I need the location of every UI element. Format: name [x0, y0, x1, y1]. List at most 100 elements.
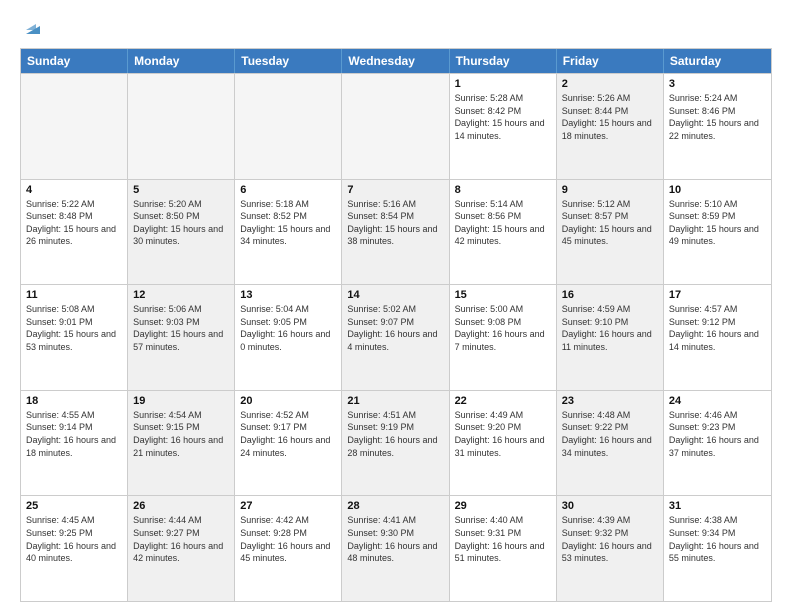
day-number: 21 — [347, 395, 443, 407]
day-number: 23 — [562, 395, 658, 407]
empty-cell-0-0 — [21, 74, 128, 179]
day-info: Sunrise: 5:22 AM Sunset: 8:48 PM Dayligh… — [26, 198, 122, 248]
day-cell-16: 16 Sunrise: 4:59 AM Sunset: 9:10 PM Dayli… — [557, 285, 664, 390]
day-cell-7: 7 Sunrise: 5:16 AM Sunset: 8:54 PM Daylig… — [342, 180, 449, 285]
day-cell-22: 22 Sunrise: 4:49 AM Sunset: 9:20 PM Dayli… — [450, 391, 557, 496]
calendar: SundayMondayTuesdayWednesdayThursdayFrid… — [20, 48, 772, 602]
day-cell-2: 2 Sunrise: 5:26 AM Sunset: 8:44 PM Daylig… — [557, 74, 664, 179]
day-cell-15: 15 Sunrise: 5:00 AM Sunset: 9:08 PM Dayli… — [450, 285, 557, 390]
calendar-row-2: 4 Sunrise: 5:22 AM Sunset: 8:48 PM Daylig… — [21, 179, 771, 285]
day-cell-1: 1Sunrise: 5:28 AM Sunset: 8:42 PM Daylig… — [450, 74, 557, 179]
day-info: Sunrise: 5:08 AM Sunset: 9:01 PM Dayligh… — [26, 303, 122, 353]
day-cell-30: 30 Sunrise: 4:39 AM Sunset: 9:32 PM Dayli… — [557, 496, 664, 601]
page: SundayMondayTuesdayWednesdayThursdayFrid… — [0, 0, 792, 612]
day-info: Sunrise: 4:40 AM Sunset: 9:31 PM Dayligh… — [455, 514, 551, 564]
day-cell-26: 26 Sunrise: 4:44 AM Sunset: 9:27 PM Dayli… — [128, 496, 235, 601]
day-cell-9: 9 Sunrise: 5:12 AM Sunset: 8:57 PM Daylig… — [557, 180, 664, 285]
day-number: 15 — [455, 289, 551, 301]
day-number: 13 — [240, 289, 336, 301]
day-cell-19: 19 Sunrise: 4:54 AM Sunset: 9:15 PM Dayli… — [128, 391, 235, 496]
day-info: Sunrise: 4:41 AM Sunset: 9:30 PM Dayligh… — [347, 514, 443, 564]
day-info: Sunrise: 4:48 AM Sunset: 9:22 PM Dayligh… — [562, 409, 658, 459]
day-cell-21: 21 Sunrise: 4:51 AM Sunset: 9:19 PM Dayli… — [342, 391, 449, 496]
day-info: Sunrise: 5:18 AM Sunset: 8:52 PM Dayligh… — [240, 198, 336, 248]
day-cell-3: 3Sunrise: 5:24 AM Sunset: 8:46 PM Daylig… — [664, 74, 771, 179]
header — [20, 16, 772, 38]
day-number: 25 — [26, 500, 122, 512]
header-day-wednesday: Wednesday — [342, 49, 449, 73]
day-cell-14: 14 Sunrise: 5:02 AM Sunset: 9:07 PM Dayli… — [342, 285, 449, 390]
day-info: Sunrise: 4:46 AM Sunset: 9:23 PM Dayligh… — [669, 409, 766, 459]
day-info: Sunrise: 5:02 AM Sunset: 9:07 PM Dayligh… — [347, 303, 443, 353]
day-number: 26 — [133, 500, 229, 512]
day-cell-23: 23 Sunrise: 4:48 AM Sunset: 9:22 PM Dayli… — [557, 391, 664, 496]
day-info: Sunrise: 5:14 AM Sunset: 8:56 PM Dayligh… — [455, 198, 551, 248]
day-info: Sunrise: 4:52 AM Sunset: 9:17 PM Dayligh… — [240, 409, 336, 459]
day-info: Sunrise: 5:10 AM Sunset: 8:59 PM Dayligh… — [669, 198, 766, 248]
day-number: 14 — [347, 289, 443, 301]
day-info: Sunrise: 5:26 AM Sunset: 8:44 PM Dayligh… — [562, 92, 658, 142]
day-cell-6: 6 Sunrise: 5:18 AM Sunset: 8:52 PM Daylig… — [235, 180, 342, 285]
day-info: Sunrise: 4:39 AM Sunset: 9:32 PM Dayligh… — [562, 514, 658, 564]
day-info: Sunrise: 5:16 AM Sunset: 8:54 PM Dayligh… — [347, 198, 443, 248]
day-cell-12: 12Sunrise: 5:06 AM Sunset: 9:03 PM Dayli… — [128, 285, 235, 390]
day-number: 30 — [562, 500, 658, 512]
day-info: Sunrise: 4:49 AM Sunset: 9:20 PM Dayligh… — [455, 409, 551, 459]
day-info: Sunrise: 4:44 AM Sunset: 9:27 PM Dayligh… — [133, 514, 229, 564]
day-info: Sunrise: 4:45 AM Sunset: 9:25 PM Dayligh… — [26, 514, 122, 564]
day-number: 12 — [133, 289, 229, 301]
day-number: 18 — [26, 395, 122, 407]
day-info: Sunrise: 4:57 AM Sunset: 9:12 PM Dayligh… — [669, 303, 766, 353]
day-cell-5: 5Sunrise: 5:20 AM Sunset: 8:50 PM Daylig… — [128, 180, 235, 285]
day-info: Sunrise: 4:59 AM Sunset: 9:10 PM Dayligh… — [562, 303, 658, 353]
day-cell-8: 8 Sunrise: 5:14 AM Sunset: 8:56 PM Daylig… — [450, 180, 557, 285]
day-info: Sunrise: 5:04 AM Sunset: 9:05 PM Dayligh… — [240, 303, 336, 353]
day-number: 9 — [562, 184, 658, 196]
day-cell-10: 10Sunrise: 5:10 AM Sunset: 8:59 PM Dayli… — [664, 180, 771, 285]
day-cell-28: 28 Sunrise: 4:41 AM Sunset: 9:30 PM Dayli… — [342, 496, 449, 601]
empty-cell-0-1 — [128, 74, 235, 179]
day-number: 16 — [562, 289, 658, 301]
day-number: 4 — [26, 184, 122, 196]
header-day-thursday: Thursday — [450, 49, 557, 73]
header-day-sunday: Sunday — [21, 49, 128, 73]
day-number: 24 — [669, 395, 766, 407]
logo — [20, 16, 44, 38]
day-number: 31 — [669, 500, 766, 512]
day-info: Sunrise: 5:20 AM Sunset: 8:50 PM Dayligh… — [133, 198, 229, 248]
day-info: Sunrise: 4:38 AM Sunset: 9:34 PM Dayligh… — [669, 514, 766, 564]
calendar-row-3: 11 Sunrise: 5:08 AM Sunset: 9:01 PM Dayli… — [21, 284, 771, 390]
day-info: Sunrise: 4:42 AM Sunset: 9:28 PM Dayligh… — [240, 514, 336, 564]
day-number: 11 — [26, 289, 122, 301]
day-number: 7 — [347, 184, 443, 196]
day-info: Sunrise: 5:12 AM Sunset: 8:57 PM Dayligh… — [562, 198, 658, 248]
day-cell-31: 31 Sunrise: 4:38 AM Sunset: 9:34 PM Dayli… — [664, 496, 771, 601]
empty-cell-0-3 — [342, 74, 449, 179]
header-day-monday: Monday — [128, 49, 235, 73]
day-cell-17: 17Sunrise: 4:57 AM Sunset: 9:12 PM Dayli… — [664, 285, 771, 390]
day-info: Sunrise: 5:00 AM Sunset: 9:08 PM Dayligh… — [455, 303, 551, 353]
day-number: 2 — [562, 78, 658, 90]
day-number: 20 — [240, 395, 336, 407]
calendar-body: 1Sunrise: 5:28 AM Sunset: 8:42 PM Daylig… — [21, 73, 771, 601]
day-cell-27: 27Sunrise: 4:42 AM Sunset: 9:28 PM Dayli… — [235, 496, 342, 601]
day-number: 6 — [240, 184, 336, 196]
day-info: Sunrise: 4:51 AM Sunset: 9:19 PM Dayligh… — [347, 409, 443, 459]
day-number: 29 — [455, 500, 551, 512]
calendar-row-4: 18 Sunrise: 4:55 AM Sunset: 9:14 PM Dayli… — [21, 390, 771, 496]
day-info: Sunrise: 5:24 AM Sunset: 8:46 PM Dayligh… — [669, 92, 766, 142]
day-cell-25: 25 Sunrise: 4:45 AM Sunset: 9:25 PM Dayli… — [21, 496, 128, 601]
empty-cell-0-2 — [235, 74, 342, 179]
day-cell-11: 11 Sunrise: 5:08 AM Sunset: 9:01 PM Dayli… — [21, 285, 128, 390]
day-number: 19 — [133, 395, 229, 407]
day-number: 8 — [455, 184, 551, 196]
day-number: 22 — [455, 395, 551, 407]
day-cell-24: 24 Sunrise: 4:46 AM Sunset: 9:23 PM Dayli… — [664, 391, 771, 496]
day-info: Sunrise: 4:55 AM Sunset: 9:14 PM Dayligh… — [26, 409, 122, 459]
day-number: 28 — [347, 500, 443, 512]
calendar-row-5: 25 Sunrise: 4:45 AM Sunset: 9:25 PM Dayli… — [21, 495, 771, 601]
day-info: Sunrise: 4:54 AM Sunset: 9:15 PM Dayligh… — [133, 409, 229, 459]
day-cell-13: 13 Sunrise: 5:04 AM Sunset: 9:05 PM Dayli… — [235, 285, 342, 390]
header-day-tuesday: Tuesday — [235, 49, 342, 73]
day-cell-29: 29 Sunrise: 4:40 AM Sunset: 9:31 PM Dayli… — [450, 496, 557, 601]
